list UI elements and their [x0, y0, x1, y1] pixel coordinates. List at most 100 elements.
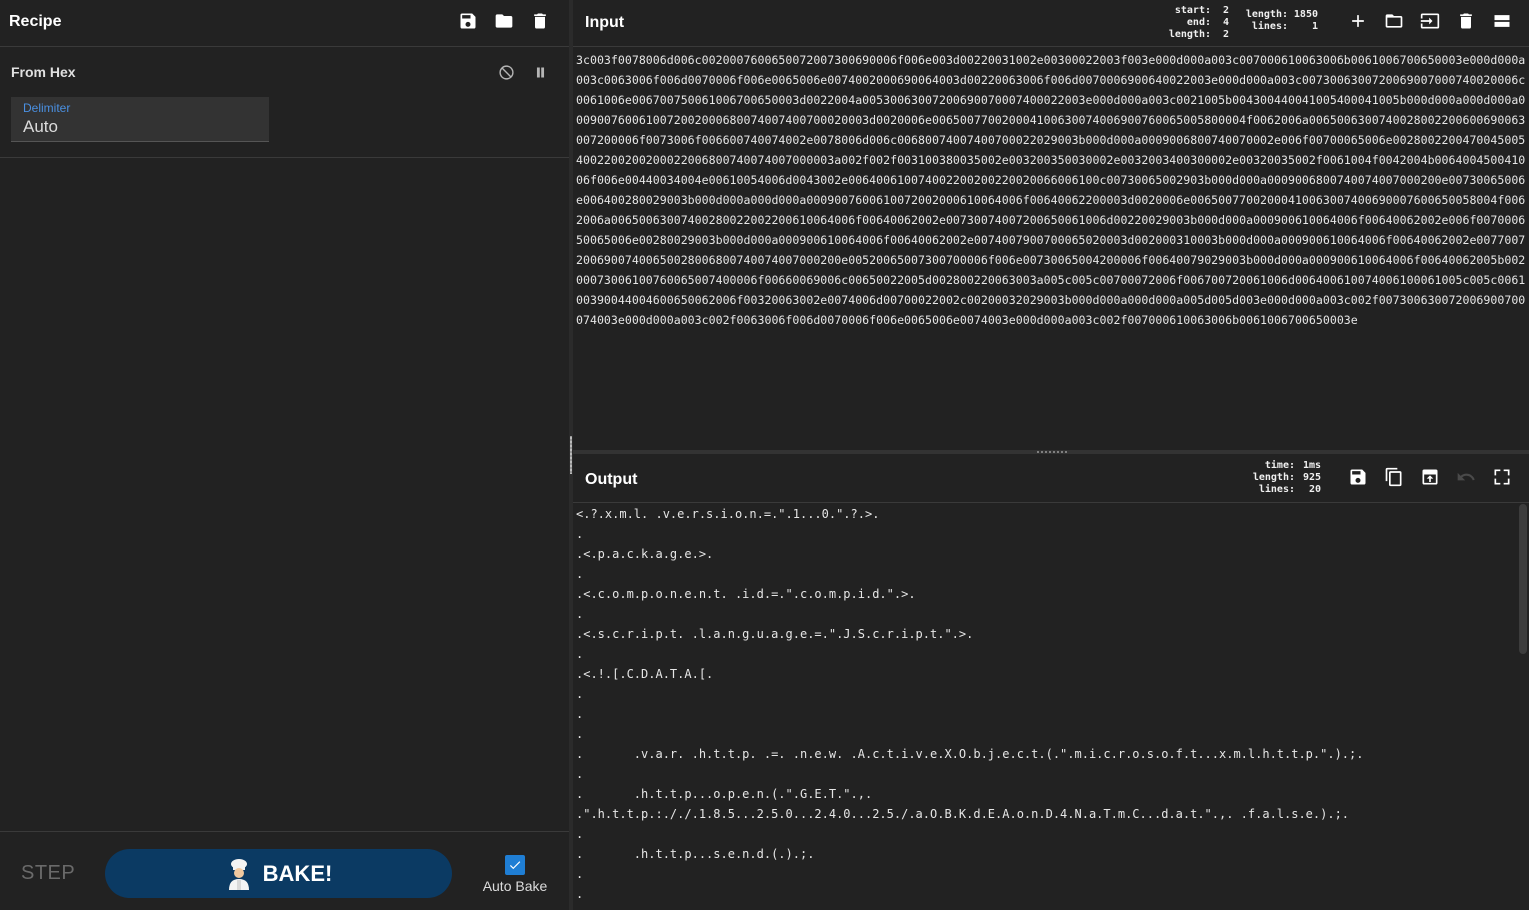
plus-icon [1352, 15, 1364, 27]
stat-value: 4 [1222, 17, 1229, 28]
stat-key: length: [1252, 472, 1295, 483]
delimiter-select[interactable]: Delimiter Auto [11, 97, 269, 142]
output-line: . [576, 727, 584, 741]
output-line: . [576, 567, 584, 581]
output-line: . [576, 827, 584, 841]
input-header-icons [1347, 10, 1513, 32]
stat-key: start: [1174, 5, 1211, 16]
recipe-header: Recipe [0, 0, 569, 47]
output-stats: time: 1ms length: 925 lines: 20 [1237, 460, 1321, 496]
undo-button[interactable] [1455, 466, 1477, 488]
output-line: . [576, 867, 584, 881]
stat-value: 20 [1308, 484, 1321, 495]
open-folder-icon [1385, 14, 1403, 28]
open-input-file-button[interactable] [1383, 10, 1405, 32]
output-line: . .h.t.t.p...s.e.n.d.(.).;. [576, 847, 815, 861]
save-icon [460, 13, 476, 29]
recipe-pane: Recipe From Hex Delimiter Auto STEP BAKE… [0, 0, 570, 910]
pause-operation-button[interactable] [529, 61, 551, 83]
stat-key: time: [1264, 460, 1295, 471]
output-line: . [576, 607, 584, 621]
operation-from-hex[interactable]: From Hex Delimiter Auto [0, 47, 569, 158]
open-input-folder-button[interactable] [1419, 10, 1441, 32]
output-line: . [576, 887, 584, 901]
stat-value: 925 [1302, 472, 1321, 483]
stat-value: 2 [1222, 29, 1229, 40]
vertical-resize-grip[interactable] [570, 436, 572, 474]
output-line: . [576, 767, 584, 781]
checkmark-icon [509, 861, 521, 870]
save-recipe-button[interactable] [457, 10, 479, 32]
horizontal-resize-grip[interactable] [1036, 451, 1068, 453]
output-pane: Output time: 1ms length: 925 lines: 20 <… [573, 454, 1529, 910]
delimiter-label: Delimiter [23, 101, 71, 115]
stat-key: end: [1186, 17, 1211, 28]
output-line: . [576, 527, 584, 541]
input-pane: Input start: 2 end: 4 length: 2 length: 1850… [573, 0, 1529, 452]
trash-icon [534, 13, 546, 29]
chef-icon [228, 858, 249, 890]
load-recipe-button[interactable] [493, 10, 515, 32]
output-title: Output [585, 471, 638, 488]
replace-input-icon [1422, 469, 1438, 485]
disable-icon [498, 64, 514, 80]
selection-stats: start: 2 end: 4 length: 2 [1153, 5, 1229, 41]
output-line: <.?.x.m.l. .v.e.r.s.i.o.n.=.".1...0.".?.… [576, 507, 880, 521]
copy-output-button[interactable] [1383, 466, 1405, 488]
controls-bar: STEP BAKE! Auto Bake [0, 831, 569, 910]
stat-value: 2 [1222, 5, 1229, 16]
input-textarea[interactable]: 3c003f0078006d006c0020007600650072007300… [576, 50, 1526, 390]
add-input-tab-button[interactable] [1347, 10, 1369, 32]
folder-icon [495, 14, 513, 28]
output-header: Output time: 1ms length: 925 lines: 20 [573, 454, 1529, 503]
reset-layout-button[interactable] [1491, 10, 1513, 32]
output-text[interactable]: <.?.x.m.l. .v.e.r.s.i.o.n.=.".1...0.".?.… [576, 504, 1516, 904]
layout-icon [1494, 15, 1510, 27]
output-line: .<.p.a.c.k.a.g.e.>. [576, 547, 714, 561]
stat-value: 1ms [1302, 460, 1321, 471]
output-line: . .h.t.t.p...o.p.e.n.(.".G.E.T.".,. [576, 787, 873, 801]
auto-bake-toggle[interactable]: Auto Bake [480, 855, 550, 894]
operation-title: From Hex [11, 64, 76, 80]
clear-recipe-button[interactable] [529, 10, 551, 32]
trash-icon [1460, 13, 1472, 29]
pause-icon [536, 67, 544, 77]
output-line: . [576, 687, 584, 701]
output-line: . .v.a.r. .h.t.t.p. .=. .n.e.w. .A.c.t.i… [576, 747, 1364, 761]
auto-bake-checkbox[interactable] [505, 855, 525, 875]
auto-bake-label: Auto Bake [482, 878, 548, 894]
replace-input-button[interactable] [1419, 466, 1441, 488]
recipe-header-icons [457, 10, 551, 32]
output-header-icons [1347, 466, 1513, 488]
save-icon [1350, 469, 1366, 485]
output-line: . [576, 707, 584, 721]
input-title: Input [585, 14, 625, 31]
delimiter-value: Auto [23, 117, 58, 136]
output-scrollbar[interactable] [1519, 504, 1527, 654]
operation-controls [495, 61, 551, 83]
stat-key: length: [1168, 29, 1211, 40]
output-line: .<.!.[.C.D.A.T.A.[. [576, 667, 714, 681]
maximize-output-button[interactable] [1491, 466, 1513, 488]
step-button[interactable]: STEP [21, 862, 75, 885]
output-line: .".h.t.t.p.:././.1.8.5...2.5.0...2.4.0..… [576, 807, 1350, 821]
bake-label: BAKE! [262, 860, 333, 886]
output-line: .<.c.o.m.p.o.n.e.n.t. .i.d.=.".c.o.m.p.i… [576, 587, 916, 601]
input-header: Input start: 2 end: 4 length: 2 length: 1850… [573, 0, 1529, 47]
stat-key: lines: [1258, 484, 1295, 495]
copy-icon [1385, 467, 1402, 487]
recipe-title: Recipe [9, 13, 62, 30]
input-stats: length: 1850 lines: 1 [1230, 9, 1318, 33]
cyberchef-app: Recipe From Hex Delimiter Auto STEP BAKE… [0, 0, 1529, 910]
import-icon [1420, 13, 1440, 29]
disable-operation-button[interactable] [495, 61, 517, 83]
maximize-icon [1494, 469, 1510, 485]
stat-key: length: [1245, 9, 1288, 20]
clear-input-button[interactable] [1455, 10, 1477, 32]
bake-button[interactable]: BAKE! [105, 849, 452, 898]
save-output-button[interactable] [1347, 466, 1369, 488]
output-line: . [576, 647, 584, 661]
stat-value: 1850 [1293, 9, 1318, 20]
undo-icon [1457, 472, 1475, 481]
output-line: .<.s.c.r.i.p.t. .l.a.n.g.u.a.g.e.=.".J.S… [576, 627, 974, 641]
